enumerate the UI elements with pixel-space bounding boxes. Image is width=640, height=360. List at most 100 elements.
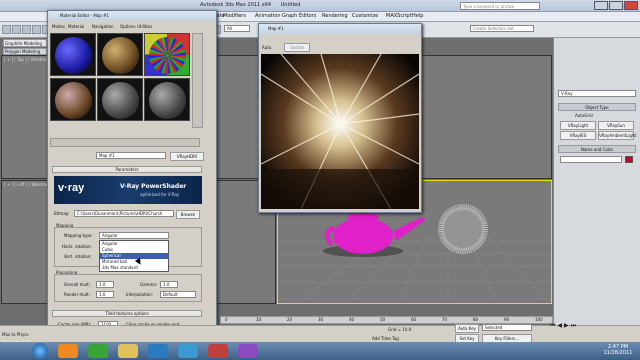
object-name-field[interactable]	[560, 156, 622, 163]
playback-icon[interactable]: ⏮◀▶⏭	[550, 322, 578, 329]
map-type-button[interactable]: VRayHDRI	[170, 152, 204, 161]
interpolation-label: Interpolation:	[126, 292, 153, 297]
material-slot-5[interactable]	[97, 78, 143, 121]
mated-menu-utilities[interactable]: Utilities	[137, 24, 152, 29]
overall-mult-label: Overall mult:	[64, 282, 91, 287]
name-color-rollout[interactable]: Name and Color	[558, 145, 636, 153]
ruler-tick-label: 40	[349, 317, 355, 322]
chrome-icon[interactable]	[88, 344, 108, 358]
checker-sphere	[438, 204, 488, 254]
graphite-tab[interactable]: Graphite Modeling Tools	[3, 39, 47, 53]
mapping-type-dropdown[interactable]: Angular	[99, 232, 169, 239]
3dsmax-icon[interactable]	[178, 344, 198, 358]
minimize-button[interactable]	[594, 1, 608, 10]
status-bar	[0, 325, 640, 342]
toolbar-tool-icon[interactable]	[32, 25, 41, 34]
menu-maxscript[interactable]: MAXScript	[386, 13, 412, 19]
hdri-preview-image	[261, 54, 419, 209]
render-window-title: Map #1	[268, 26, 284, 31]
gamma-field[interactable]: 1.0	[160, 281, 178, 288]
max-to-physx-label: Max to Physx	[2, 332, 29, 337]
material-slot-2[interactable]	[97, 33, 143, 76]
object-category-dropdown[interactable]: V-Ray	[558, 90, 636, 97]
mapping-option[interactable]: 3ds Max standard	[100, 265, 168, 271]
ruler-tick-label: 60	[411, 317, 417, 322]
mated-menu-options[interactable]: Options	[120, 24, 135, 29]
object-type-rollout[interactable]: Object Type	[558, 103, 636, 111]
map-name-field[interactable]: Map #1	[96, 152, 166, 159]
material-slot-6[interactable]	[144, 78, 190, 121]
bitmap-path-field[interactable]: C:\Users\Dovanmara\Pictures\HDRI\Church	[74, 210, 174, 217]
hdri-preview-graphic	[261, 54, 419, 209]
material-editor-title: Material Editor - Map #1	[60, 13, 109, 18]
menu-help[interactable]: Help	[412, 13, 423, 19]
polygon-modeling-tab[interactable]: Polygon Modeling	[3, 48, 47, 55]
banner-subtitle: optimized for V-Ray	[140, 192, 180, 197]
ruler-tick-label: 90	[504, 317, 510, 322]
mated-menu-material[interactable]: Material	[68, 24, 84, 29]
close-button[interactable]	[624, 1, 638, 10]
toolbar-tool-icon[interactable]	[2, 25, 11, 34]
material-slot-4[interactable]	[50, 78, 96, 121]
menu-modifiers[interactable]: Modifiers	[223, 13, 246, 19]
ruler-tick-label: 20	[287, 317, 293, 322]
vray-sun-button[interactable]: VRaySun	[598, 121, 634, 130]
banner-title: V-Ray PowerShader	[120, 183, 187, 190]
overall-mult-field[interactable]: 1.0	[96, 281, 114, 288]
playback-controls[interactable]: ⏮◀▶⏭	[550, 322, 636, 340]
app-title-right: Untitled	[280, 2, 301, 8]
mated-menu-navigation[interactable]: Navigation	[92, 24, 114, 29]
app-title: Autodesk 3ds Max 2011 x64 Untitled	[200, 2, 300, 8]
ruler-tick-label: 10	[256, 317, 262, 322]
autogrid-checkbox[interactable]: AutoGrid	[575, 113, 593, 118]
explorer-icon[interactable]	[118, 344, 138, 358]
mapping-type-label: Mapping type:	[64, 233, 93, 238]
update-button[interactable]: Update	[284, 43, 310, 52]
auto-key-button[interactable]: Auto Key	[455, 324, 479, 333]
search-input[interactable]: Type a keyword or phrase	[460, 2, 540, 10]
ruler-tick-label: 30	[318, 317, 324, 322]
media-icon[interactable]	[208, 344, 228, 358]
render-mult-label: Render mult:	[64, 292, 90, 297]
render-mult-field[interactable]: 1.0	[96, 291, 114, 298]
menu-rendering[interactable]: Rendering	[322, 13, 348, 19]
command-panel	[553, 38, 640, 325]
browse-button[interactable]: Browse	[176, 210, 200, 219]
toolbar-tool-icon[interactable]	[12, 25, 21, 34]
app-title-left: Autodesk 3ds Max 2011 x64	[200, 2, 272, 8]
selection-filter-dropdown[interactable]: All	[224, 25, 250, 32]
key-mode-dropdown[interactable]: Selected	[482, 324, 532, 331]
firefox-icon[interactable]	[58, 344, 78, 358]
clock: 2:47 PM 11/28/2011	[598, 344, 638, 356]
auto-checkbox[interactable]: Auto	[262, 45, 271, 50]
material-editor-toolbar[interactable]	[50, 138, 200, 147]
tiled-textures-rollout[interactable]: Tiled textures options	[52, 310, 202, 317]
toolbar-tool-icon[interactable]	[22, 25, 31, 34]
material-slot-3[interactable]	[144, 33, 190, 76]
menu-animation[interactable]: Animation	[255, 13, 281, 19]
start-button-icon[interactable]	[32, 343, 48, 359]
ruler-tick-label: 70	[442, 317, 448, 322]
vray-ies-button[interactable]: VRayIES	[560, 131, 596, 140]
bitmap-label: Bitmap:	[54, 211, 70, 216]
object-color-swatch[interactable]	[625, 156, 633, 163]
ruler-tick-label: 0	[225, 317, 228, 322]
parameters-rollout[interactable]: Parameters	[52, 166, 202, 173]
mated-menu-modes[interactable]: Modes	[52, 24, 65, 29]
ie-icon[interactable]	[148, 344, 168, 358]
interpolation-dropdown[interactable]: Default	[160, 291, 196, 298]
ruler-tick-label: 100	[535, 317, 543, 322]
gamma-label: Gamma:	[140, 282, 158, 287]
material-slot-1[interactable]	[50, 33, 96, 76]
material-editor-side-toolbar[interactable]	[192, 33, 203, 128]
maximize-button[interactable]	[609, 1, 623, 10]
menu-graph-editors[interactable]: Graph Editors	[282, 13, 316, 19]
named-selection-input[interactable]: Create Selection Set	[470, 25, 534, 32]
add-time-tag-button[interactable]: Add Time Tag	[372, 336, 399, 341]
menu-customize[interactable]: Customize	[352, 13, 378, 19]
vray-light-button[interactable]: VRayLight	[560, 121, 596, 130]
grid-readout: Grid = 10.0	[388, 327, 412, 332]
app-icon[interactable]	[238, 344, 258, 358]
vray-ambient-button[interactable]: VRayAmbientLight	[598, 131, 636, 140]
timeline-ruler[interactable]: 0 10 20 30 40 50 60 70 80 90 100	[220, 316, 553, 324]
